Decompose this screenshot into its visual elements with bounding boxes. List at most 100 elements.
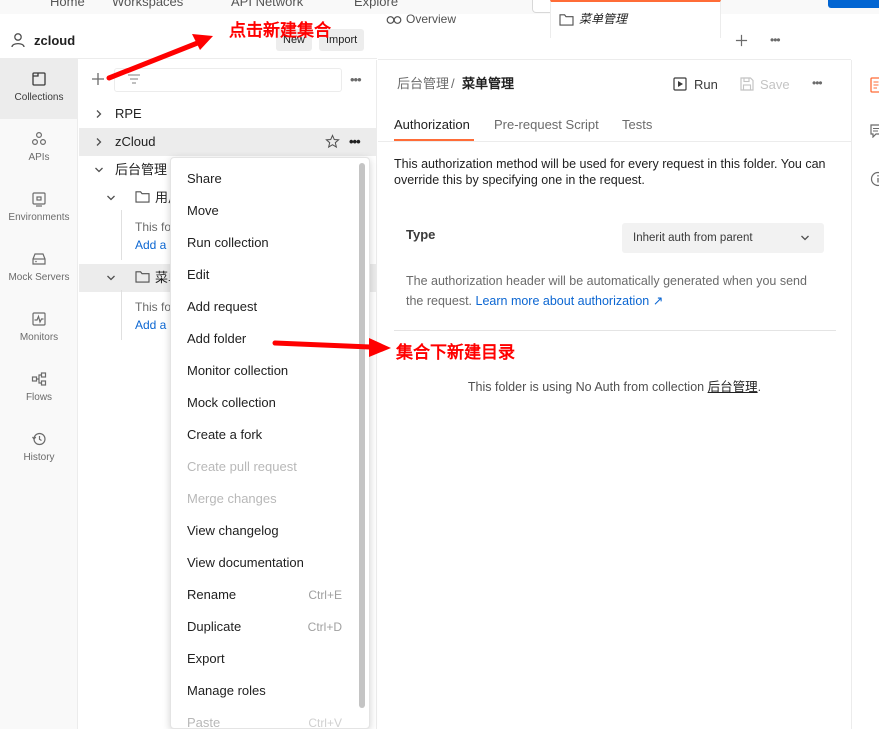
upgrade-button[interactable] xyxy=(828,0,879,8)
right-rail xyxy=(851,60,879,729)
info-icon[interactable] xyxy=(870,171,879,187)
tab-label: Overview xyxy=(406,12,457,26)
run-button[interactable]: Run xyxy=(694,77,718,92)
section-divider xyxy=(394,330,836,331)
tab-overview[interactable]: Overview xyxy=(378,0,550,38)
page-title[interactable]: 菜单管理 xyxy=(462,76,514,92)
tree-item-zcloud[interactable]: zCloud xyxy=(115,128,155,156)
rail-environments[interactable]: Environments xyxy=(0,179,78,239)
chevron-down-icon[interactable] xyxy=(106,193,116,203)
menu-item-monitor-collection[interactable]: Monitor collection xyxy=(187,355,347,387)
chevron-down-icon[interactable] xyxy=(106,273,116,283)
sidebar-more-icon[interactable]: ••• xyxy=(350,72,362,87)
chevron-right-icon[interactable] xyxy=(94,109,104,119)
collection-more-icon[interactable]: ••• xyxy=(349,134,361,149)
menu-item-export[interactable]: Export xyxy=(187,643,347,675)
nav-workspaces[interactable]: Workspaces xyxy=(112,0,183,9)
folder-icon xyxy=(135,191,150,203)
save-icon xyxy=(740,77,754,91)
auth-type-select[interactable]: Inherit auth from parent xyxy=(622,223,824,253)
folder-icon xyxy=(135,271,150,283)
menu-item-share[interactable]: Share xyxy=(187,163,347,195)
menu-item-move[interactable]: Move xyxy=(187,195,347,227)
plus-icon[interactable] xyxy=(91,72,105,86)
rail-label: Monitors xyxy=(19,332,59,343)
rail-label: Flows xyxy=(25,392,53,403)
noauth-collection-link[interactable]: 后台管理 xyxy=(708,380,758,394)
subtab-divider xyxy=(378,141,851,142)
history-icon xyxy=(32,432,46,446)
type-label: Type xyxy=(406,227,436,242)
comments-icon[interactable] xyxy=(870,124,879,138)
noauth-text: This folder is using No Auth from collec… xyxy=(467,380,705,394)
documentation-icon[interactable] xyxy=(870,77,879,93)
flows-icon xyxy=(31,372,47,386)
overview-icon xyxy=(386,16,402,24)
rail-collections[interactable]: Collections xyxy=(0,59,78,119)
rail-mock-servers[interactable]: Mock Servers xyxy=(0,239,78,299)
tree-add-request-link[interactable]: Add a xyxy=(135,311,166,339)
user-icon xyxy=(11,33,25,48)
save-button[interactable]: Save xyxy=(760,77,790,92)
nav-api-network[interactable]: API Network xyxy=(231,0,303,9)
noauth-end: . xyxy=(757,380,762,394)
monitors-icon xyxy=(32,312,46,326)
menu-item-manage-roles[interactable]: Manage roles xyxy=(187,675,347,707)
auth-note: The authorization header will be automat… xyxy=(406,271,826,311)
menu-item-create-pull-request: Create pull request xyxy=(187,459,297,474)
menu-item-add-folder[interactable]: Add folder xyxy=(187,323,347,355)
main-more-icon[interactable]: ••• xyxy=(812,76,823,90)
annotation-new-collection: 点击新建集合 xyxy=(229,21,331,40)
environments-icon xyxy=(32,192,46,207)
context-menu: Share Move Run collection Edit Add reque… xyxy=(170,157,370,729)
menu-item-paste: Paste Ctrl+V xyxy=(187,715,342,729)
tree-add-request-link[interactable]: Add a xyxy=(135,231,166,259)
icon-rail: Collections APIs Environments Mock Serve… xyxy=(0,59,78,729)
auth-description: This authorization method will be used f… xyxy=(394,157,826,187)
rail-monitors[interactable]: Monitors xyxy=(0,299,78,359)
subtab-tests[interactable]: Tests xyxy=(622,117,652,132)
menu-item-edit[interactable]: Edit xyxy=(187,259,347,291)
breadcrumb-parent[interactable]: 后台管理 xyxy=(397,76,449,92)
rail-flows[interactable]: Flows xyxy=(0,359,78,419)
learn-more-link[interactable]: Learn more about authorization ↗ xyxy=(476,294,664,308)
menu-scrollbar[interactable] xyxy=(359,163,365,708)
tree-guide xyxy=(121,290,122,340)
tab-menu-management[interactable]: 菜单管理 xyxy=(550,0,721,38)
chevron-down-icon xyxy=(801,235,809,241)
menu-item-create-fork[interactable]: Create a fork xyxy=(187,419,347,451)
breadcrumb-separator: / xyxy=(451,76,455,91)
tab-label: 菜单管理 xyxy=(579,12,628,26)
filter-input[interactable] xyxy=(114,68,342,92)
star-icon[interactable] xyxy=(325,134,340,149)
rail-label: Collections xyxy=(14,92,64,103)
workspace-name: zcloud xyxy=(34,33,76,48)
chevron-down-icon[interactable] xyxy=(94,165,104,175)
menu-item-merge-changes: Merge changes xyxy=(187,491,277,506)
menu-item-mock-collection[interactable]: Mock collection xyxy=(187,387,347,419)
menu-item-rename[interactable]: Rename Ctrl+E xyxy=(187,579,347,611)
nav-home[interactable]: Home xyxy=(50,0,85,9)
tree-item-rpe[interactable]: RPE xyxy=(115,100,142,128)
rail-label: Mock Servers xyxy=(8,272,70,283)
menu-item-add-request[interactable]: Add request xyxy=(187,291,347,323)
auth-type-value: Inherit auth from parent xyxy=(633,232,753,244)
subtab-authorization[interactable]: Authorization xyxy=(394,117,470,132)
tree-item-admin[interactable]: 后台管理 xyxy=(115,156,167,184)
noauth-message: This folder is using No Auth from collec… xyxy=(378,376,851,395)
chevron-right-icon[interactable] xyxy=(94,137,104,147)
rail-label: APIs xyxy=(28,152,50,163)
menu-item-duplicate[interactable]: Duplicate Ctrl+D xyxy=(187,611,347,643)
rail-apis[interactable]: APIs xyxy=(0,119,78,179)
subtab-pre-request-script[interactable]: Pre-request Script xyxy=(494,117,599,132)
tree-guide xyxy=(121,210,122,260)
apis-icon xyxy=(31,131,47,146)
new-tab-plus-icon[interactable] xyxy=(735,34,748,47)
collections-icon xyxy=(32,72,46,86)
tabs-more-icon[interactable]: ••• xyxy=(770,33,781,47)
menu-item-run-collection[interactable]: Run collection xyxy=(187,227,347,259)
annotation-new-folder: 集合下新建目录 xyxy=(396,343,515,362)
rail-history[interactable]: History xyxy=(0,419,78,479)
menu-item-view-changelog[interactable]: View changelog xyxy=(187,515,347,547)
menu-item-view-documentation[interactable]: View documentation xyxy=(187,547,347,579)
